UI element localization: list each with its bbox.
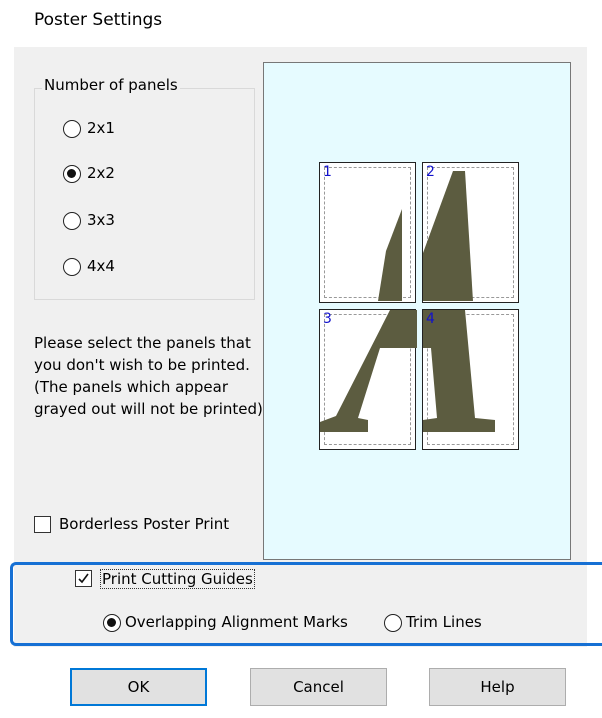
trim-lines-label[interactable]: Trim Lines <box>406 613 482 631</box>
poster-preview: 1 2 3 4 <box>263 62 571 560</box>
radio-2x2-label[interactable]: 2x2 <box>87 164 115 182</box>
poster-letter-a-top-right <box>423 171 473 301</box>
help-button[interactable]: Help <box>429 668 566 706</box>
radio-4x4-label[interactable]: 4x4 <box>87 257 115 275</box>
preview-panel-4[interactable]: 4 <box>422 309 519 450</box>
radio-overlapping-alignment-marks[interactable] <box>103 614 121 632</box>
instruction-text: Please select the panels that you don't … <box>34 334 263 418</box>
overlapping-alignment-marks-label[interactable]: Overlapping Alignment Marks <box>125 613 348 631</box>
preview-panel-1[interactable]: 1 <box>319 162 416 303</box>
cancel-button[interactable]: Cancel <box>250 668 387 706</box>
ok-button[interactable]: OK <box>70 668 207 706</box>
radio-2x1-label[interactable]: 2x1 <box>87 119 115 137</box>
preview-panel-3[interactable]: 3 <box>319 309 417 450</box>
print-cutting-guides-checkbox[interactable] <box>75 570 92 587</box>
dialog-title: Poster Settings <box>34 10 163 30</box>
panel-number-2: 2 <box>426 164 435 180</box>
radio-trim-lines[interactable] <box>384 614 402 632</box>
cutting-guides-highlight <box>10 562 602 646</box>
borderless-poster-print-checkbox[interactable] <box>34 516 51 533</box>
poster-letter-a-top-left <box>378 209 402 301</box>
panel-number-3: 3 <box>323 311 332 327</box>
radio-2x2[interactable] <box>63 165 81 183</box>
poster-letter-a-bottom-right <box>423 310 495 432</box>
panel-number-4: 4 <box>426 311 435 327</box>
print-cutting-guides-label[interactable]: Print Cutting Guides <box>100 569 255 589</box>
preview-panel-2[interactable]: 2 <box>422 162 519 303</box>
radio-2x1[interactable] <box>63 120 81 138</box>
panel-number-1: 1 <box>323 164 332 180</box>
number-of-panels-legend: Number of panels <box>42 76 180 94</box>
radio-4x4[interactable] <box>63 258 81 276</box>
radio-3x3-label[interactable]: 3x3 <box>87 211 115 229</box>
radio-3x3[interactable] <box>63 212 81 230</box>
borderless-poster-print-label[interactable]: Borderless Poster Print <box>59 515 229 533</box>
check-icon <box>78 573 89 584</box>
poster-letter-a-bottom-left <box>320 310 417 432</box>
